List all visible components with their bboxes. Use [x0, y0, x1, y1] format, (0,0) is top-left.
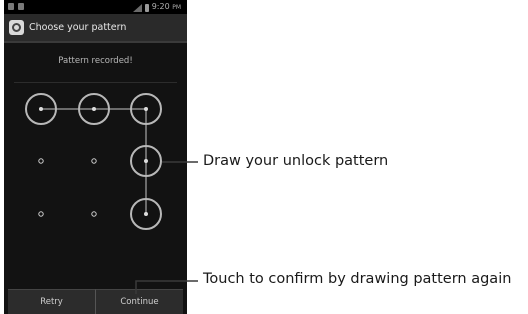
- callout-draw-pattern: Draw your unlock pattern: [203, 153, 389, 169]
- callout-confirm-pattern: Touch to confirm by drawing pattern agai…: [203, 271, 512, 287]
- manual-page: 9:20 PM Choose your pattern Pattern reco…: [0, 0, 528, 314]
- callout-line-confirm: [135, 280, 198, 294]
